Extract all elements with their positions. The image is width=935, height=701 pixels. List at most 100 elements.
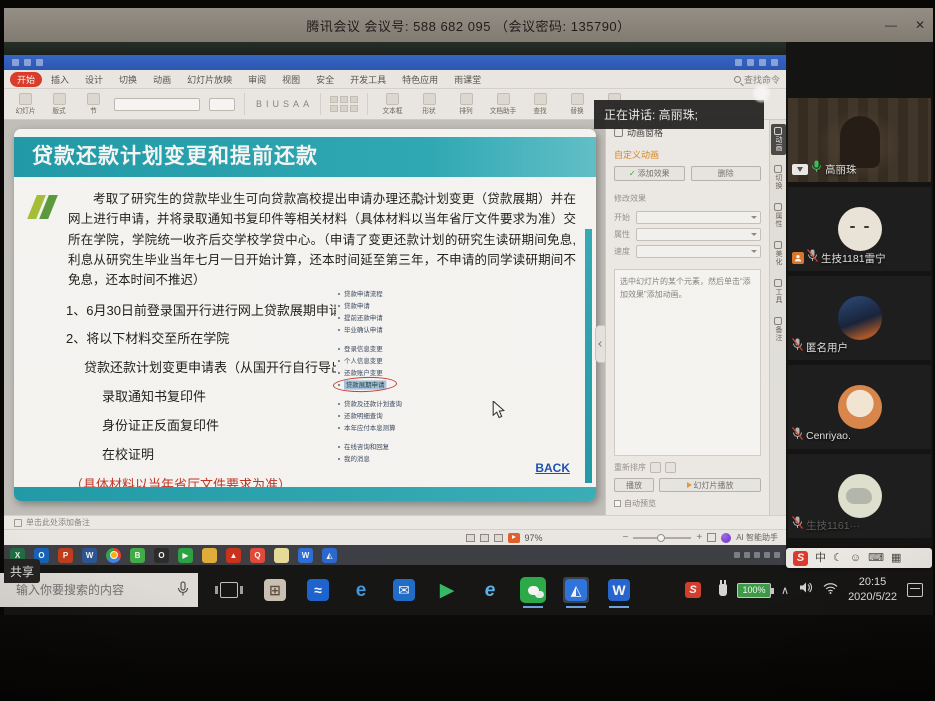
sogou-item-2[interactable]: ☾ [833, 553, 843, 564]
wifi-icon[interactable] [823, 581, 838, 599]
inner-app-icon-9[interactable]: ▲ [226, 548, 241, 563]
wps-tab-0[interactable]: 开始 [10, 72, 42, 87]
search-input[interactable] [14, 582, 164, 598]
wps-tab-5[interactable]: 幻灯片放映 [180, 72, 239, 87]
inner-app-icon-7[interactable]: ▶ [178, 548, 193, 563]
anim-field-select[interactable] [636, 228, 761, 241]
participant-tile[interactable]: 生技1161··· [788, 454, 931, 538]
ribbon-right-button-2[interactable]: 排列 [451, 93, 481, 116]
edge-icon[interactable]: e [348, 577, 374, 603]
sogou-item-3[interactable]: ☺ [850, 553, 861, 564]
font-size-box[interactable] [209, 98, 235, 111]
normal-view-icon[interactable] [466, 534, 475, 542]
fit-slide-button[interactable] [707, 533, 716, 542]
task-view-icon[interactable] [220, 582, 238, 598]
format-button-4[interactable]: A [291, 99, 301, 109]
slide-sorter-icon[interactable] [480, 534, 489, 542]
sogou-item-4[interactable]: ⌨ [868, 553, 884, 564]
voice-search-icon[interactable] [177, 581, 189, 602]
side-tab-0[interactable]: 动画 [771, 124, 786, 155]
anim-field-select[interactable] [636, 245, 761, 258]
action-center-icon[interactable] [907, 583, 923, 597]
move-up-button[interactable] [650, 462, 661, 473]
tencent-video-icon[interactable]: ▶ [434, 577, 460, 603]
inner-app-icon-11[interactable] [274, 548, 289, 563]
side-tab-4[interactable]: 工具 [771, 276, 786, 307]
inner-app-icon-2[interactable]: P [58, 548, 73, 563]
pane-collapse-handle[interactable] [595, 325, 605, 363]
ribbon-right-button-5[interactable]: 替换 [562, 93, 592, 116]
alignment-buttons[interactable] [330, 96, 358, 112]
reading-view-icon[interactable] [494, 534, 503, 542]
ribbon-left-button-0[interactable]: 幻灯片 [10, 93, 40, 116]
battery-indicator[interactable]: 100% [737, 583, 771, 598]
inner-app-icon-5[interactable]: B [130, 548, 145, 563]
sogou-tray-icon[interactable]: S [685, 582, 701, 598]
back-link[interactable]: BACK [535, 461, 570, 475]
ribbon-right-button-4[interactable]: 查找 [525, 93, 555, 116]
participant-tile[interactable]: 高丽珠 [788, 98, 931, 182]
participant-tile[interactable]: 匿名用户 [788, 276, 931, 360]
format-button-5[interactable]: A [301, 99, 311, 109]
ai-assistant-icon[interactable] [721, 533, 731, 543]
side-tab-3[interactable]: 美化 [771, 238, 786, 269]
anim-field-select[interactable] [636, 211, 761, 224]
font-name-box[interactable] [114, 98, 200, 111]
auto-preview-row[interactable]: 自动预览 [614, 498, 761, 509]
internet-explorer-icon[interactable]: e [477, 577, 503, 603]
sogou-logo-icon[interactable]: S [793, 551, 808, 566]
inner-app-icon-12[interactable]: W [298, 548, 313, 563]
ribbon-right-button-1[interactable]: 形状 [414, 93, 444, 116]
inner-app-icon-6[interactable]: O [154, 548, 169, 563]
tray-expand-icon[interactable]: ∧ [781, 584, 789, 597]
speaker-icon[interactable] [799, 581, 813, 599]
wps-icon[interactable]: W [606, 577, 632, 603]
move-down-button[interactable] [665, 462, 676, 473]
participant-tile[interactable]: Cenriyao. [788, 365, 931, 449]
view-toggle-icon[interactable] [792, 164, 808, 175]
wps-tab-2[interactable]: 设计 [78, 72, 110, 87]
side-tab-2[interactable]: 属性 [771, 200, 786, 231]
slideshow-button[interactable] [508, 533, 520, 543]
wps-tab-4[interactable]: 动画 [146, 72, 178, 87]
inner-app-icon-10[interactable]: Q [250, 548, 265, 563]
ribbon-left-button-2[interactable]: 节 [78, 93, 108, 116]
ms-store-icon[interactable]: ⊞ [262, 577, 288, 603]
sogou-item-1[interactable]: 中 [815, 553, 826, 564]
blue-swirl-app-icon[interactable]: ≈ [305, 577, 331, 603]
wps-titlebar-right-icons[interactable] [735, 59, 778, 66]
taskbar-clock[interactable]: 20:15 2020/5/22 [848, 575, 897, 605]
play-button[interactable]: 播放 [614, 478, 654, 492]
wps-tab-3[interactable]: 切换 [112, 72, 144, 87]
inner-app-icon-3[interactable]: W [82, 548, 97, 563]
format-button-3[interactable]: S [281, 99, 291, 109]
wps-tab-9[interactable]: 开发工具 [343, 72, 393, 87]
sogou-item-5[interactable]: ▦ [891, 553, 901, 564]
ribbon-right-button-3[interactable]: 文档助手 [488, 93, 518, 116]
wps-tab-7[interactable]: 视图 [275, 72, 307, 87]
wps-quick-access-icons[interactable] [12, 59, 43, 66]
inner-app-icon-4[interactable] [106, 548, 121, 563]
tencent-meeting-icon[interactable]: ◭ [563, 577, 589, 603]
side-tab-5[interactable]: 备注 [771, 314, 786, 345]
zoom-in-button[interactable]: + [696, 533, 702, 543]
zoom-slider[interactable] [633, 537, 691, 539]
wechat-icon[interactable] [520, 577, 546, 603]
wps-tab-8[interactable]: 安全 [309, 72, 341, 87]
format-button-2[interactable]: U [271, 99, 282, 109]
ribbon-right-button-0[interactable]: 文本框 [377, 93, 407, 116]
close-icon[interactable]: ✕ [915, 19, 925, 31]
side-tab-1[interactable]: 切换 [771, 162, 786, 193]
slideshow-play-button[interactable]: 幻灯片播放 [659, 478, 761, 492]
inner-app-icon-8[interactable] [202, 548, 217, 563]
wps-tab-6[interactable]: 审阅 [241, 72, 273, 87]
participant-tile[interactable]: 生技1181雷宁 [788, 187, 931, 271]
ribbon-left-button-1[interactable]: 版式 [44, 93, 74, 116]
zoom-out-button[interactable]: − [623, 533, 629, 543]
wps-tab-1[interactable]: 插入 [44, 72, 76, 87]
format-button-0[interactable]: B [254, 99, 264, 109]
add-effect-button[interactable]: ✓添加效果 [614, 166, 685, 181]
delete-effect-button[interactable]: 删除 [691, 166, 762, 181]
notes-bar[interactable]: 单击此处添加备注 [4, 515, 786, 529]
minimize-icon[interactable]: — [885, 19, 897, 31]
